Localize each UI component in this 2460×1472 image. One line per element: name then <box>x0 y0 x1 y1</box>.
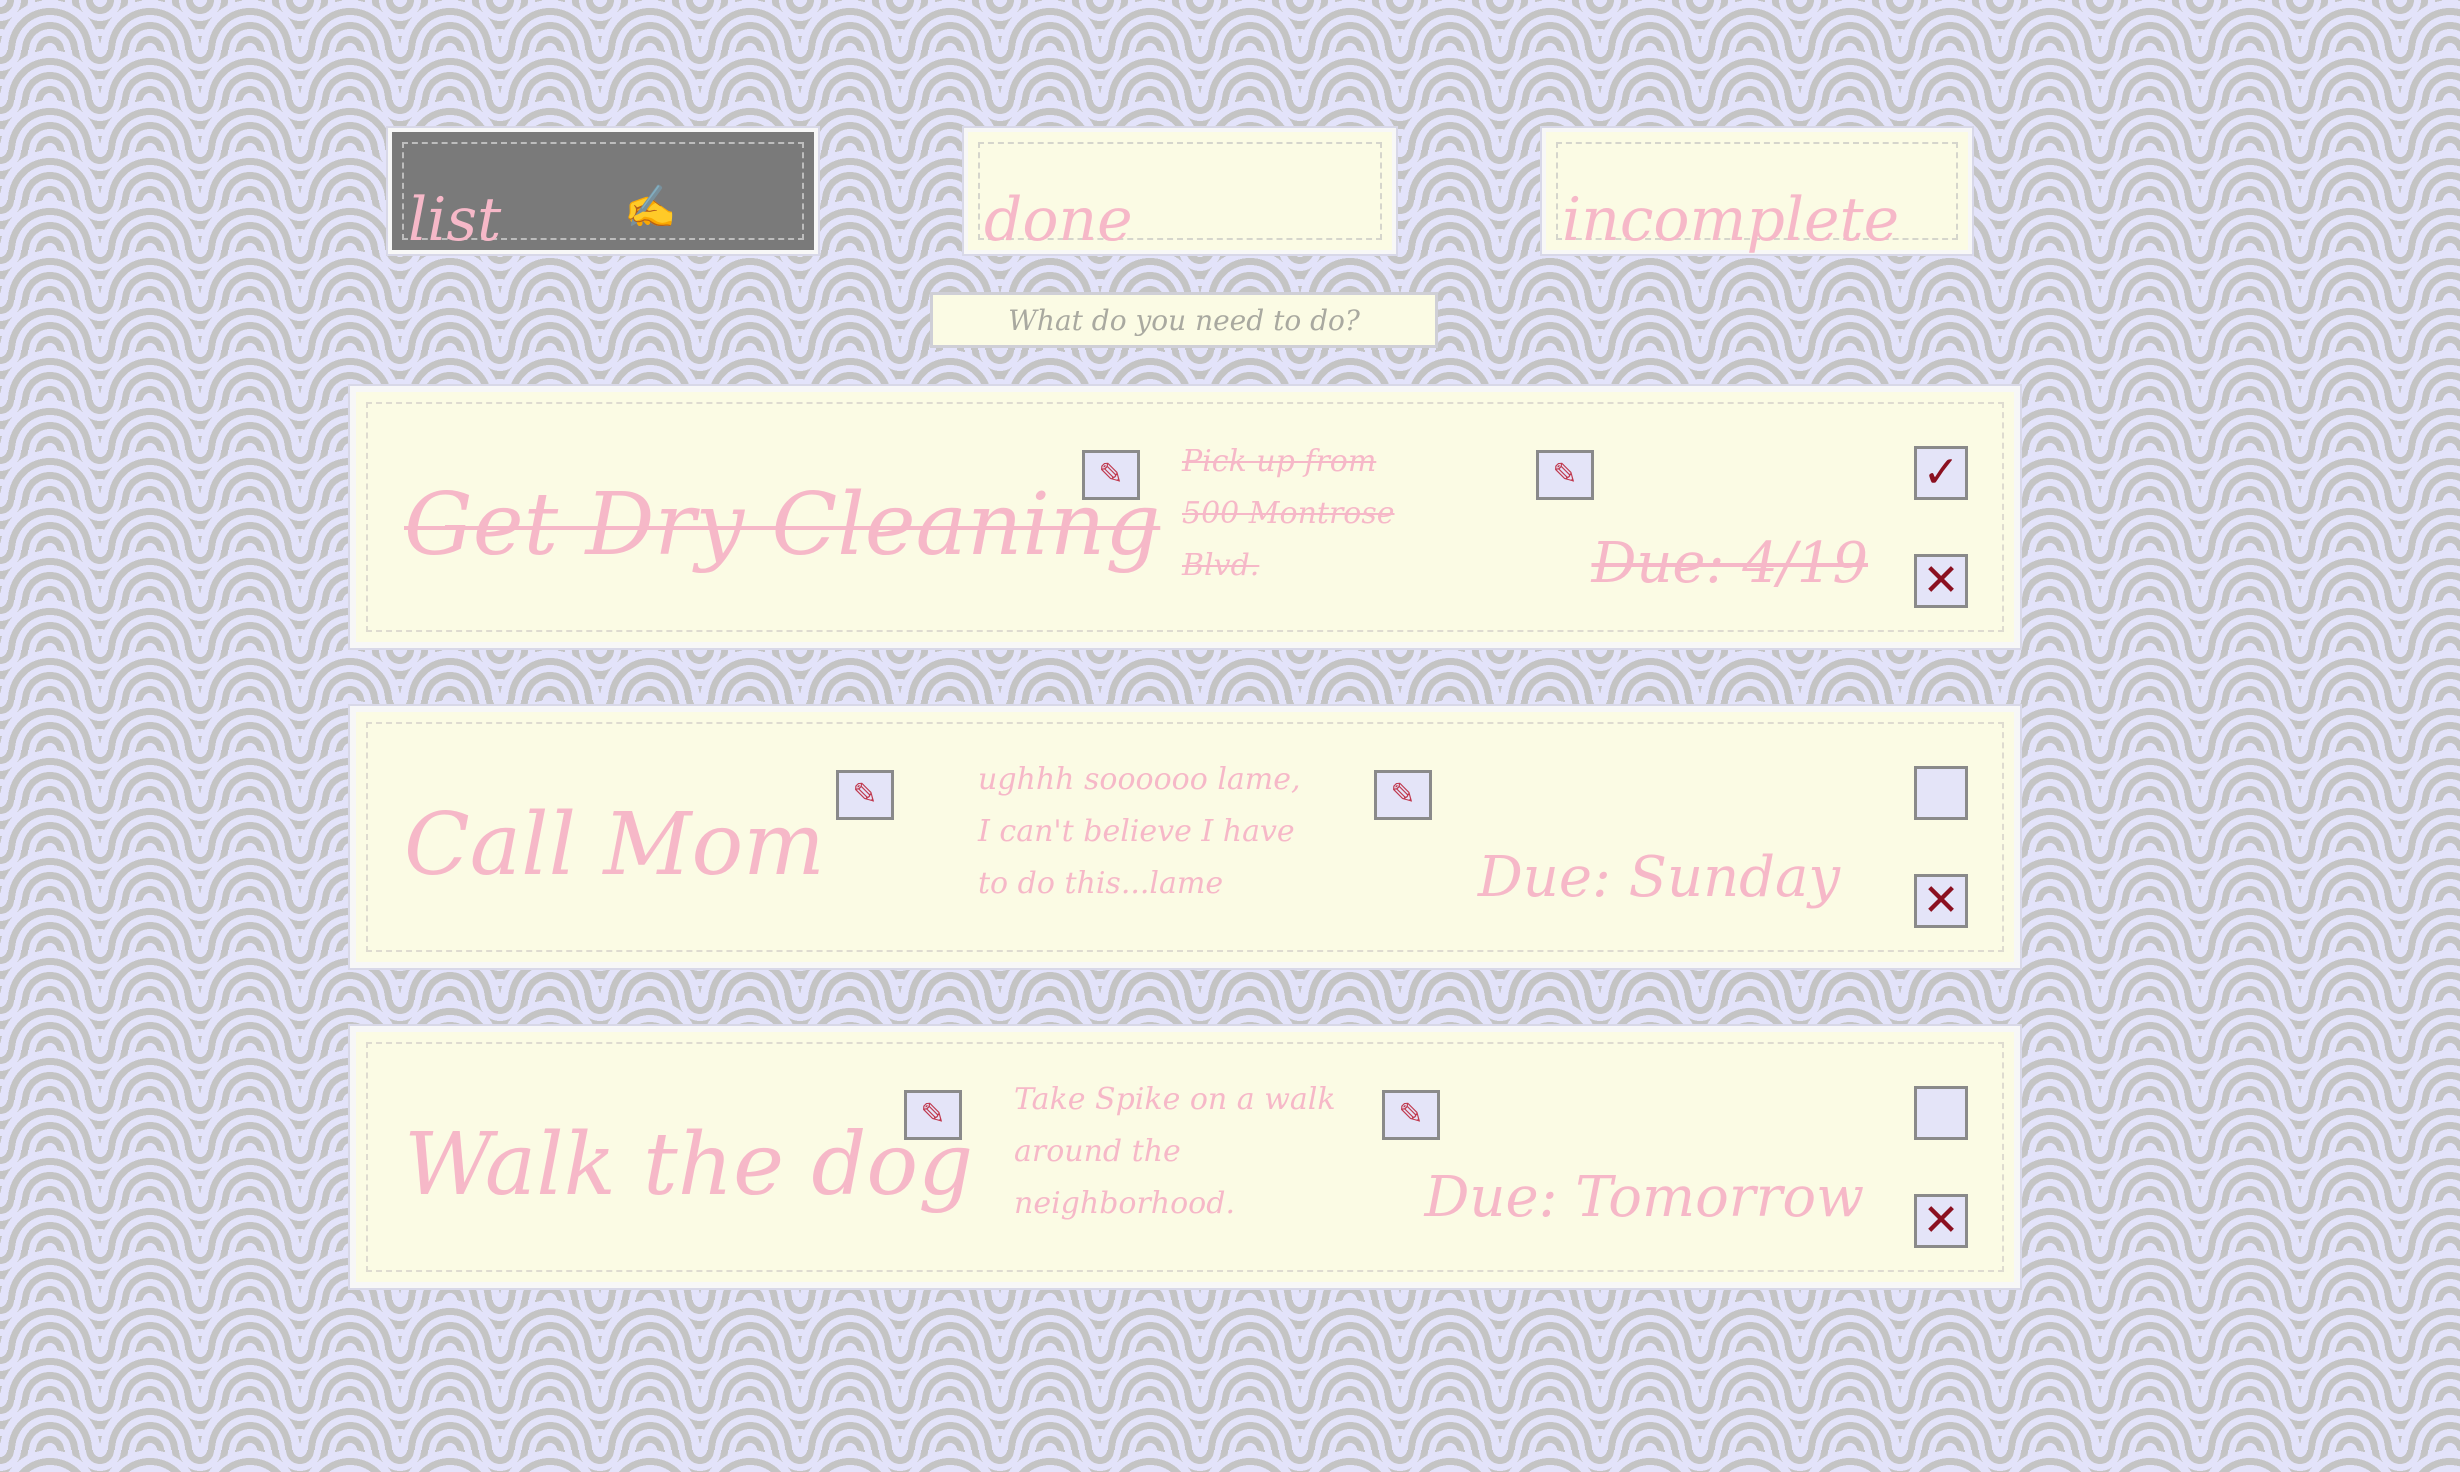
pencil-icon: ✎ <box>1098 457 1124 492</box>
task-note[interactable]: ughhh soooooo lame, I can't believe I ha… <box>978 754 1318 910</box>
task-card-inner: Walk the dog ✎ Take Spike on a walk arou… <box>366 1042 2004 1272</box>
tab-incomplete-inner: incomplete <box>1556 142 1958 250</box>
tab-list-label: list <box>408 185 502 255</box>
complete-checkbox[interactable] <box>1914 766 1968 820</box>
task-due[interactable]: Due: Sunday <box>1478 850 1840 906</box>
close-icon: ✕ <box>1922 555 1960 606</box>
task-card: Walk the dog ✎ Take Spike on a walk arou… <box>350 1026 2020 1288</box>
pencil-icon: ✎ <box>1390 777 1416 812</box>
edit-title-button[interactable]: ✎ <box>1082 450 1140 500</box>
task-note[interactable]: Take Spike on a walk around the neighbor… <box>1014 1074 1394 1230</box>
pencil-icon: ✎ <box>1552 457 1578 492</box>
writing-hand-icon: ✍ <box>624 182 677 231</box>
tab-incomplete[interactable]: incomplete <box>1542 128 1972 254</box>
task-note[interactable]: Pick up from 500 Montrose Blvd. <box>1182 436 1442 592</box>
tab-done-label: done <box>984 185 1133 255</box>
tab-incomplete-label: incomplete <box>1562 185 1900 255</box>
task-card-inner: Call Mom ✎ ughhh soooooo lame, I can't b… <box>366 722 2004 952</box>
task-card-inner: Get Dry Cleaning ✎ Pick up from 500 Mont… <box>366 402 2004 632</box>
new-task-input[interactable] <box>930 292 1438 348</box>
pencil-icon: ✎ <box>1398 1097 1424 1132</box>
pencil-icon: ✎ <box>852 777 878 812</box>
task-card: Call Mom ✎ ughhh soooooo lame, I can't b… <box>350 706 2020 968</box>
tab-done-inner: done <box>978 142 1382 250</box>
complete-checkbox[interactable] <box>1914 1086 1968 1140</box>
pencil-icon: ✎ <box>920 1097 946 1132</box>
task-due[interactable]: Due: 4/19 <box>1591 536 1868 592</box>
edit-note-button[interactable]: ✎ <box>1374 770 1432 820</box>
delete-button[interactable]: ✕ <box>1914 874 1968 928</box>
task-card: Get Dry Cleaning ✎ Pick up from 500 Mont… <box>350 386 2020 648</box>
delete-button[interactable]: ✕ <box>1914 554 1968 608</box>
edit-title-button[interactable]: ✎ <box>836 770 894 820</box>
delete-button[interactable]: ✕ <box>1914 1194 1968 1248</box>
task-due[interactable]: Due: Tomorrow <box>1425 1170 1865 1226</box>
complete-checkbox[interactable]: ✓ <box>1914 446 1968 500</box>
edit-note-button[interactable]: ✎ <box>1382 1090 1440 1140</box>
edit-title-button[interactable]: ✎ <box>904 1090 962 1140</box>
close-icon: ✕ <box>1922 1195 1960 1246</box>
task-title[interactable]: Call Mom <box>404 802 825 888</box>
tab-list[interactable]: list ✍ <box>388 128 818 254</box>
close-icon: ✕ <box>1922 875 1960 926</box>
tab-list-inner: list ✍ <box>402 142 804 250</box>
checkmark-icon: ✓ <box>1922 447 1960 498</box>
task-title[interactable]: Get Dry Cleaning <box>404 482 1160 568</box>
edit-note-button[interactable]: ✎ <box>1536 450 1594 500</box>
task-title[interactable]: Walk the dog <box>404 1122 973 1208</box>
tab-done[interactable]: done <box>964 128 1396 254</box>
